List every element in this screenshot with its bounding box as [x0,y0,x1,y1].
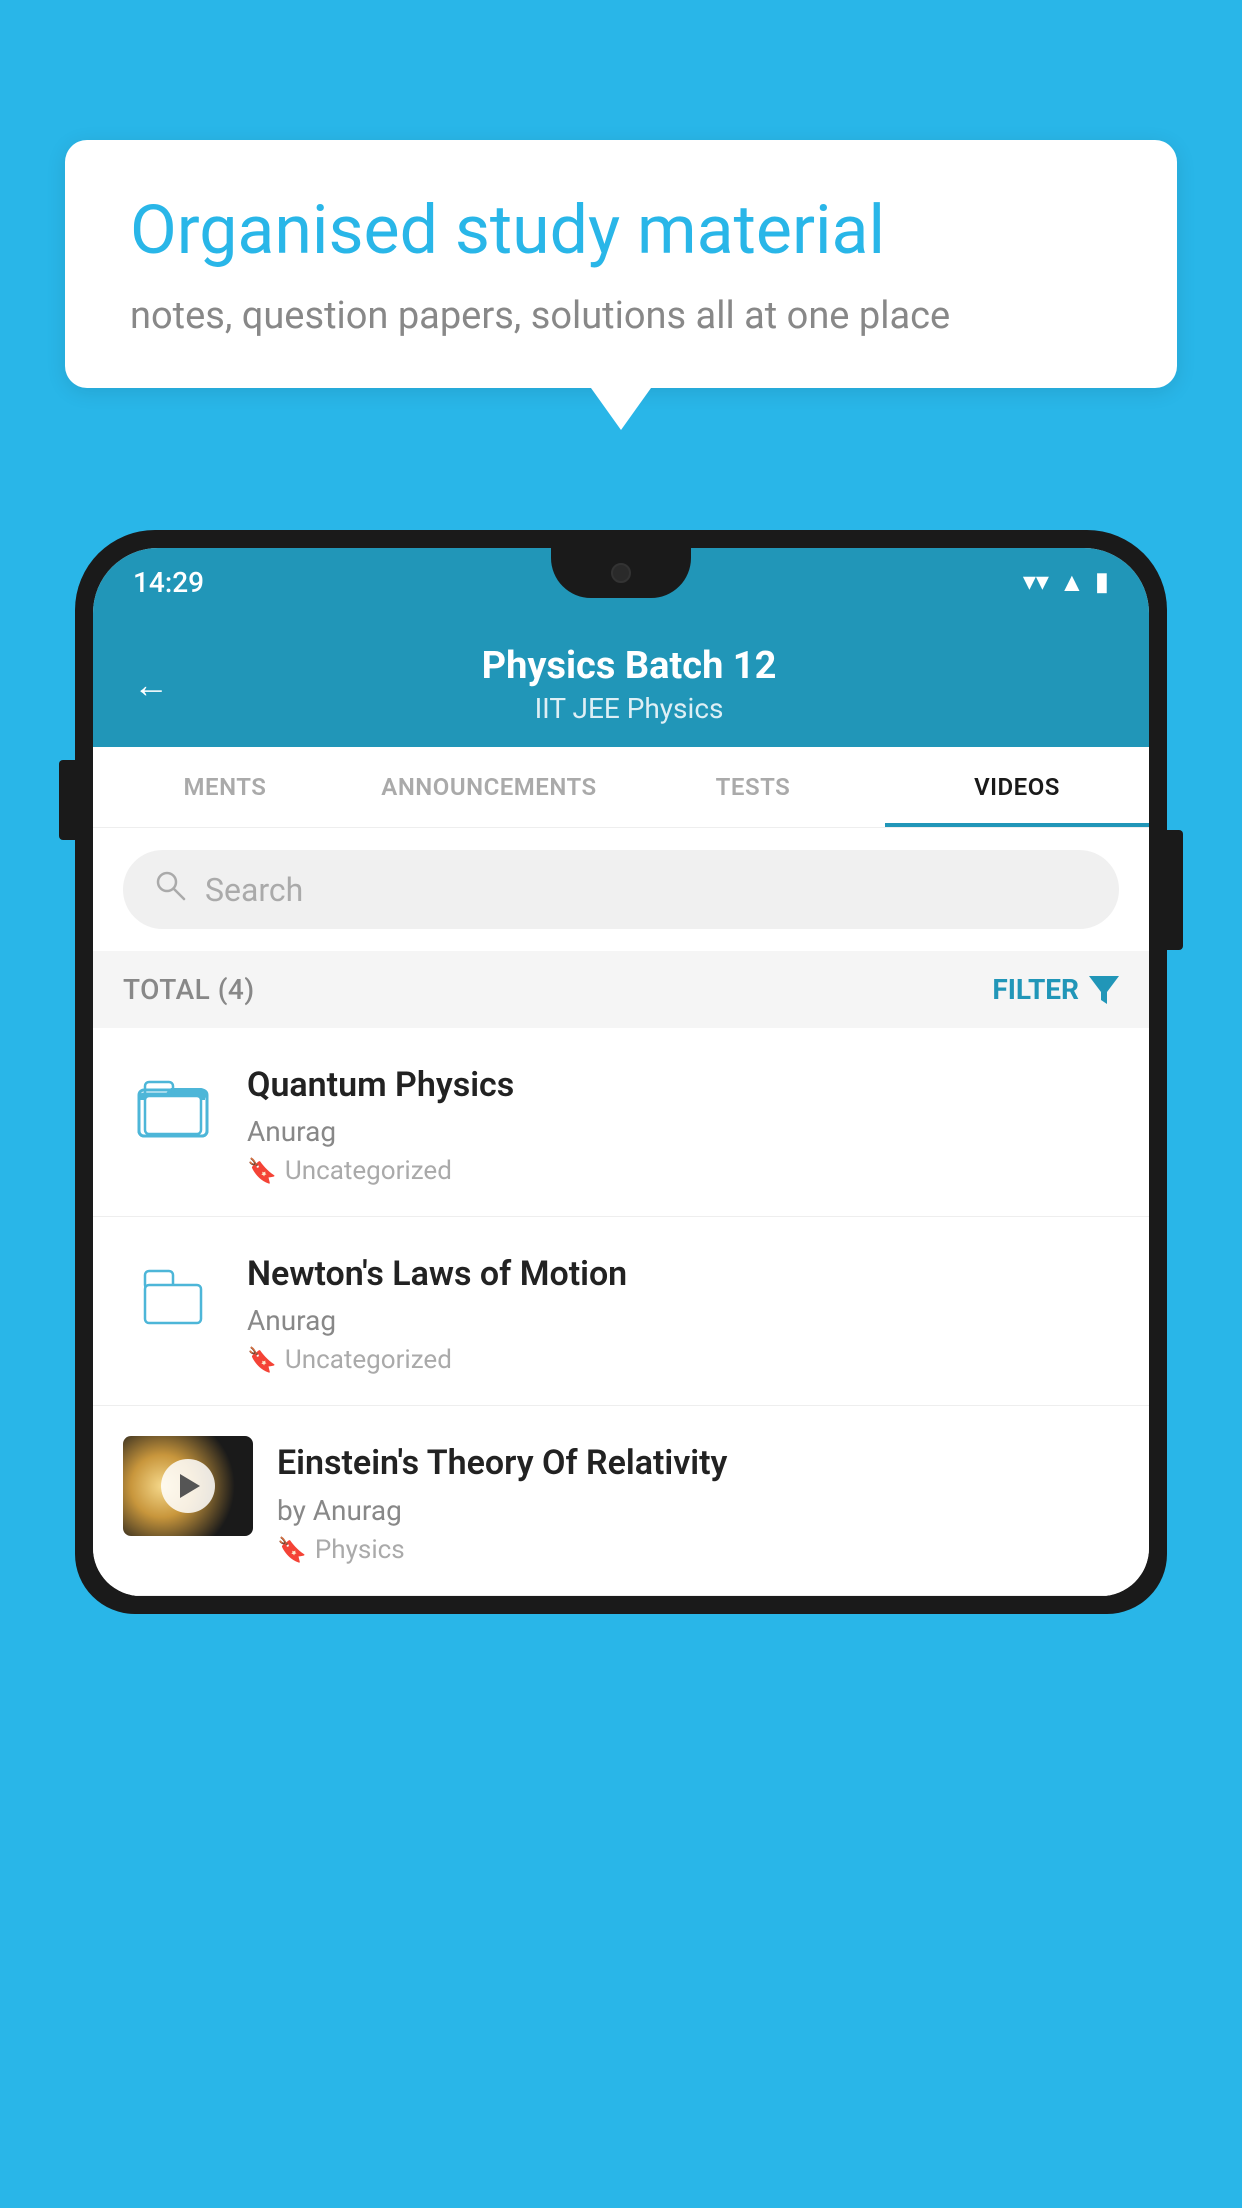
video-author: Anurag [247,1115,1119,1148]
video-info: Quantum Physics Anurag 🔖 Uncategorized [247,1058,1119,1186]
status-icons: ▾▾ ▲ ▮ [1023,567,1109,598]
video-tag: 🔖 Uncategorized [247,1345,1119,1375]
tag-label: Uncategorized [285,1156,452,1186]
tag-label: Uncategorized [285,1345,452,1375]
speech-bubble-container: Organised study material notes, question… [65,140,1177,388]
filter-bar: TOTAL (4) FILTER [93,951,1149,1028]
video-tag: 🔖 Physics [277,1535,1119,1565]
play-icon [180,1474,200,1498]
tab-ments[interactable]: MENTS [93,747,357,827]
bubble-subtitle: notes, question papers, solutions all at… [130,294,1112,338]
filter-icon [1089,976,1119,1004]
play-button[interactable] [161,1459,215,1513]
back-button[interactable]: ← [133,664,169,706]
video-title: Quantum Physics [247,1063,1119,1107]
video-info: Einstein's Theory Of Relativity by Anura… [277,1436,1119,1564]
video-author: by Anurag [277,1494,1119,1527]
phone-screen: 14:29 ▾▾ ▲ ▮ ← Physics Batch 12 IIT JEE … [93,548,1149,1596]
tab-videos[interactable]: VIDEOS [885,747,1149,827]
total-count: TOTAL (4) [123,973,255,1006]
filter-label: FILTER [992,973,1079,1006]
speech-bubble: Organised study material notes, question… [65,140,1177,388]
video-title: Einstein's Theory Of Relativity [277,1441,1119,1485]
tab-tests[interactable]: TESTS [621,747,885,827]
header-title-block: Physics Batch 12 IIT JEE Physics [199,644,1059,725]
battery-icon: ▮ [1095,567,1109,597]
video-author: Anurag [247,1304,1119,1337]
tag-icon: 🔖 [247,1157,277,1185]
status-time: 14:29 [133,566,204,599]
phone-outer: 14:29 ▾▾ ▲ ▮ ← Physics Batch 12 IIT JEE … [75,530,1167,1614]
tag-icon: 🔖 [247,1346,277,1374]
folder-icon-container [123,1058,223,1158]
video-title: Newton's Laws of Motion [247,1252,1119,1296]
app-header: ← Physics Batch 12 IIT JEE Physics [93,616,1149,747]
tab-announcements[interactable]: ANNOUNCEMENTS [357,747,621,827]
phone-wrapper: 14:29 ▾▾ ▲ ▮ ← Physics Batch 12 IIT JEE … [75,530,1167,2208]
folder-icon-container [123,1247,223,1347]
tabs-bar: MENTS ANNOUNCEMENTS TESTS VIDEOS [93,747,1149,828]
wifi-icon: ▾▾ [1023,567,1049,597]
bubble-title: Organised study material [130,190,1112,272]
folder-icon [137,1072,209,1144]
signal-icon: ▲ [1059,567,1085,598]
status-bar: 14:29 ▾▾ ▲ ▮ [93,548,1149,616]
tag-icon: 🔖 [277,1536,307,1564]
search-icon [153,868,187,911]
content-area: Quantum Physics Anurag 🔖 Uncategorized [93,1028,1149,1596]
tag-label: Physics [315,1535,405,1565]
camera-dot [611,563,631,583]
notch [551,548,691,598]
header-main-title: Physics Batch 12 [199,644,1059,688]
header-sub-title: IIT JEE Physics [199,692,1059,725]
video-tag: 🔖 Uncategorized [247,1156,1119,1186]
einstein-background [123,1436,253,1536]
list-item[interactable]: Einstein's Theory Of Relativity by Anura… [93,1406,1149,1595]
video-info: Newton's Laws of Motion Anurag 🔖 Uncateg… [247,1247,1119,1375]
folder-icon [137,1261,209,1333]
search-container: Search [93,828,1149,951]
search-placeholder[interactable]: Search [205,871,303,909]
list-item[interactable]: Newton's Laws of Motion Anurag 🔖 Uncateg… [93,1217,1149,1406]
list-item[interactable]: Quantum Physics Anurag 🔖 Uncategorized [93,1028,1149,1217]
video-thumbnail [123,1436,253,1536]
filter-button[interactable]: FILTER [992,973,1119,1006]
search-box[interactable]: Search [123,850,1119,929]
